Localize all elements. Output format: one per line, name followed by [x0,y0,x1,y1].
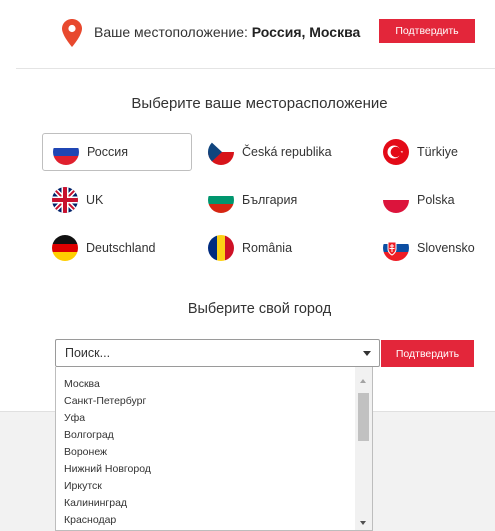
country-label: България [242,193,298,207]
map-pin-icon [62,19,82,47]
city-option-voronezh[interactable]: Воронеж [64,446,107,458]
country-option-bulgaria[interactable]: България [208,181,297,219]
scroll-down-arrow-icon[interactable] [360,521,366,525]
country-option-slovakia[interactable]: Slovensko [383,229,475,267]
city-option-irkutsk[interactable]: Иркутск [64,480,102,492]
country-option-uk[interactable]: UK [52,181,103,219]
country-label: Россия [87,145,128,159]
country-option-turkey[interactable]: Türkiye [383,133,458,171]
country-option-germany[interactable]: Deutschland [52,229,156,267]
city-dropdown-list: Москва Санкт-Петербург Уфа Волгоград Вор… [55,367,373,531]
city-option-nizhny-novgorod[interactable]: Нижний Новгород [64,463,151,475]
de-flag-icon [52,235,78,261]
pl-flag-icon [383,187,409,213]
city-option-saint-petersburg[interactable]: Санкт-Петербург [64,395,146,407]
city-search-placeholder: Поиск... [65,346,111,360]
country-option-poland[interactable]: Polska [383,181,455,219]
country-option-romania[interactable]: România [208,229,292,267]
scroll-up-arrow-icon[interactable] [360,379,366,383]
country-label: Polska [417,193,455,207]
uk-flag-icon [52,187,78,213]
sk-flag-icon [383,235,409,261]
city-search-select[interactable]: Поиск... [55,339,380,367]
country-label: UK [86,193,104,207]
current-location: Ваше местоположение: Россия, Москва [94,24,360,40]
scrollbar-thumb[interactable] [358,393,369,441]
city-option-moscow[interactable]: Москва [64,378,100,390]
bg-flag-icon [208,187,234,213]
city-option-volgograd[interactable]: Волгоград [64,429,114,441]
header-divider [16,68,495,69]
cz-flag-icon [208,139,234,165]
city-option-krasnodar[interactable]: Краснодар [64,514,116,526]
country-label: Slovensko [417,241,475,255]
location-label: Ваше местоположение: [94,24,248,40]
country-label: Türkiye [417,145,458,159]
city-heading: Выберите свой город [187,301,332,317]
country-label: Deutschland [86,241,156,255]
city-option-kaliningrad[interactable]: Калининград [64,497,127,509]
country-option-russia[interactable]: Россия [42,133,192,171]
confirm-location-button[interactable]: Подтвердить [379,19,475,43]
country-option-czech[interactable]: Česká republika [208,133,332,171]
confirm-city-button[interactable]: Подтвердить [381,340,474,367]
country-label: Česká republika [242,145,332,159]
city-option-ufa[interactable]: Уфа [64,412,85,424]
location-value: Россия, Москва [251,24,361,40]
ru-flag-icon [53,139,79,165]
chevron-down-icon [363,351,371,356]
ro-flag-icon [208,235,234,261]
country-heading: Выберите ваше месторасположение [131,95,388,112]
dropdown-scrollbar[interactable] [355,367,372,530]
location-bar: Ваше местоположение: Россия, Москва Подт… [0,0,495,68]
country-label: România [242,241,293,255]
tr-flag-icon [383,139,409,165]
